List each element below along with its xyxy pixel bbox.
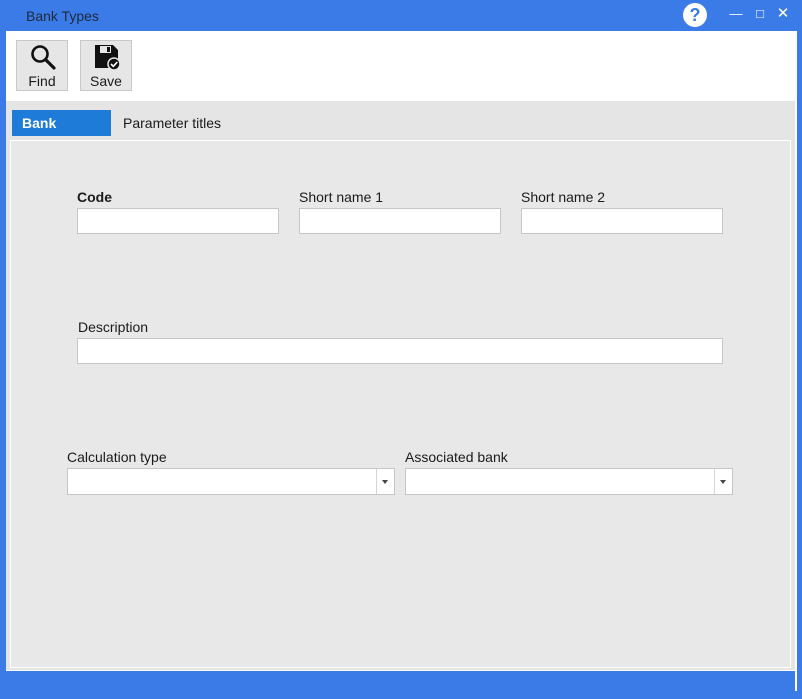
calculation-type-select[interactable] bbox=[67, 468, 395, 495]
tabs-area: Bank details Parameter titles Code Short… bbox=[6, 101, 795, 670]
chevron-down-icon[interactable] bbox=[714, 469, 732, 494]
chevron-down-icon[interactable] bbox=[376, 469, 394, 494]
short-name-2-field[interactable] bbox=[521, 208, 723, 234]
tab-bank-details[interactable]: Bank details bbox=[12, 110, 111, 157]
description-label: Description bbox=[78, 319, 149, 335]
search-icon bbox=[31, 45, 56, 70]
title-bar: Bank Types ? — □ ✕ bbox=[0, 0, 802, 31]
toolbar: Find Save bbox=[6, 31, 795, 101]
code-label: Code bbox=[77, 189, 112, 205]
window-border bbox=[795, 31, 797, 691]
find-button-label: Find bbox=[28, 73, 56, 89]
code-field[interactable] bbox=[77, 208, 279, 234]
save-button[interactable]: Save bbox=[80, 40, 132, 91]
tab-parameter-titles[interactable]: Parameter titles bbox=[113, 110, 231, 136]
window-title: Bank Types bbox=[26, 8, 99, 24]
minimize-button[interactable]: — bbox=[726, 4, 746, 24]
save-button-label: Save bbox=[90, 73, 122, 89]
bank-types-window: Bank Types ? — □ ✕ Find Save Bank detail… bbox=[0, 0, 802, 699]
save-icon bbox=[95, 45, 121, 71]
calculation-type-label: Calculation type bbox=[67, 449, 167, 465]
associated-bank-select[interactable] bbox=[405, 468, 733, 495]
short-name-2-label: Short name 2 bbox=[521, 189, 606, 205]
description-field[interactable] bbox=[77, 338, 723, 364]
associated-bank-label: Associated bank bbox=[405, 449, 508, 465]
short-name-1-label: Short name 1 bbox=[299, 189, 384, 205]
help-icon[interactable]: ? bbox=[683, 3, 707, 27]
close-button[interactable]: ✕ bbox=[773, 4, 793, 24]
bank-details-panel: Code Short name 1 Short name 2 Descripti… bbox=[10, 140, 791, 668]
maximize-button[interactable]: □ bbox=[750, 4, 770, 24]
short-name-1-field[interactable] bbox=[299, 208, 501, 234]
status-bar bbox=[6, 670, 795, 690]
find-button[interactable]: Find bbox=[16, 40, 68, 91]
